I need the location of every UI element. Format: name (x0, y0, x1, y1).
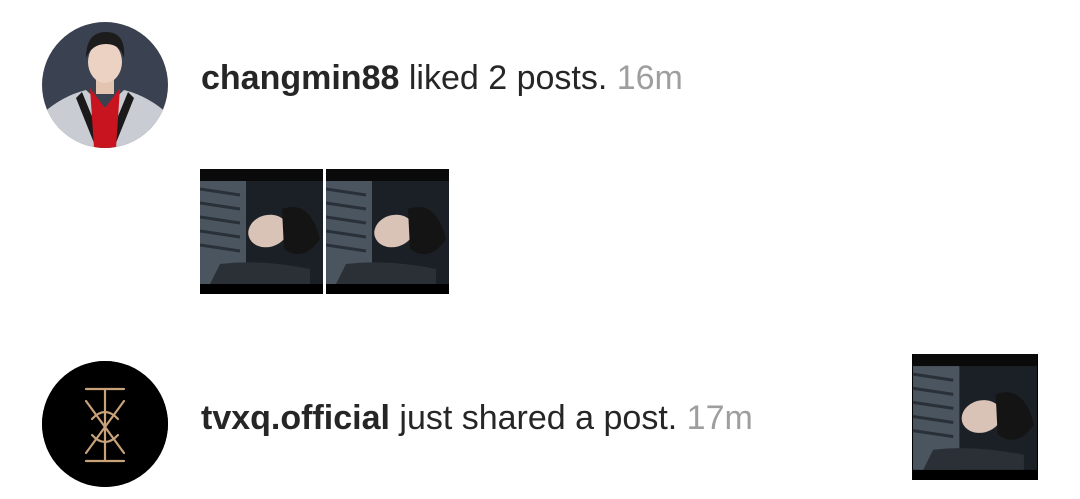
post-thumbnail[interactable] (326, 169, 449, 294)
notification-text: tvxq.official just shared a post. 17m (201, 398, 753, 438)
action-text: liked 2 posts. (399, 59, 608, 97)
avatar[interactable] (42, 22, 168, 148)
notification-item[interactable]: tvxq.official just shared a post. 17m (0, 340, 1080, 499)
username-link[interactable]: changmin88 (201, 59, 399, 97)
timestamp: 17m (677, 399, 753, 437)
post-thumbnail[interactable] (200, 169, 323, 294)
post-image-icon (326, 169, 449, 294)
profile-photo-icon (42, 22, 168, 148)
post-thumbnail[interactable] (912, 354, 1038, 480)
tvxq-logo-icon (42, 361, 168, 487)
timestamp: 16m (607, 59, 683, 97)
post-image-icon (912, 354, 1037, 480)
notification-text: changmin88 liked 2 posts. 16m (201, 58, 683, 98)
avatar[interactable] (42, 361, 168, 487)
notification-item[interactable]: changmin88 liked 2 posts. 16m (0, 0, 1080, 320)
action-text: just shared a post. (389, 399, 678, 437)
post-image-icon (200, 169, 323, 294)
username-link[interactable]: tvxq.official (201, 399, 390, 437)
